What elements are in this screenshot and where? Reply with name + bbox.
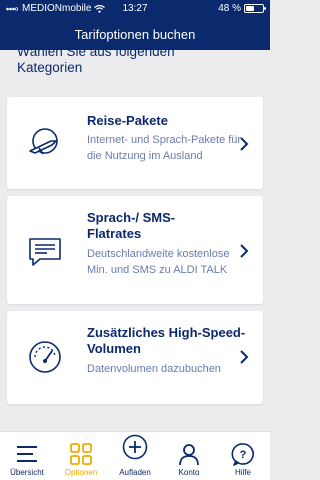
tab-aufladen[interactable]: Aufladen bbox=[108, 432, 162, 480]
card-title: Sprach-/ SMS-Flatrates bbox=[87, 210, 176, 241]
nav-bar: Tarifoptionen buchen bbox=[0, 18, 270, 50]
page-title: Tarifoptionen buchen bbox=[74, 27, 196, 42]
tab-konto[interactable]: Konto bbox=[162, 432, 216, 480]
svg-text:?: ? bbox=[240, 449, 247, 461]
menu-lines-icon bbox=[17, 446, 37, 462]
status-bar: MEDIONmobile 13:27 48 % bbox=[0, 0, 270, 18]
globe-plane-icon bbox=[29, 128, 58, 155]
card-description: Internet- und Sprach-Pakete für die Nutz… bbox=[87, 134, 242, 162]
tab-hilfe[interactable]: ? Hilfe bbox=[216, 432, 270, 480]
tab-bar: Übersicht Optionen Aufladen Konto ? Hilf… bbox=[0, 431, 270, 480]
plus-circle-icon bbox=[122, 434, 148, 460]
tab-label: Übersicht bbox=[10, 468, 44, 477]
card-description: Deutschlandweite kostenlose Min. und SMS… bbox=[87, 248, 230, 276]
section-heading-line2: Kategorien bbox=[17, 60, 83, 75]
speedometer-icon bbox=[29, 341, 61, 373]
person-icon bbox=[179, 444, 199, 466]
card-reise-pakete[interactable]: Reise-Pakete Internet- und Sprach-Pakete… bbox=[7, 97, 263, 189]
status-right: 48 % bbox=[218, 3, 266, 14]
card-description: Datenvolumen dazubuchen bbox=[87, 363, 221, 375]
card-title: Reise-Pakete bbox=[87, 113, 168, 128]
tab-optionen[interactable]: Optionen bbox=[54, 432, 108, 480]
battery-fill bbox=[246, 6, 254, 11]
battery-icon bbox=[244, 4, 266, 13]
battery-percent: 48 % bbox=[218, 3, 241, 14]
grid-icon bbox=[70, 443, 92, 465]
tab-label: Optionen bbox=[64, 468, 98, 477]
section-heading-line1: Wählen Sie aus folgenden bbox=[17, 50, 175, 59]
tab-label: Aufladen bbox=[119, 468, 151, 477]
card-title: Zusätzliches High-Speed-Volumen bbox=[87, 325, 246, 356]
chevron-right-icon bbox=[240, 137, 249, 151]
help-icon: ? bbox=[231, 443, 254, 466]
chevron-right-icon bbox=[240, 244, 249, 258]
card-sprach-sms-flatrates[interactable]: Sprach-/ SMS-Flatrates Deutschlandweite … bbox=[7, 196, 263, 304]
tab-label: Hilfe bbox=[234, 468, 251, 477]
chevron-right-icon bbox=[240, 350, 249, 364]
chat-bubble-icon bbox=[29, 238, 61, 266]
tab-label: Konto bbox=[178, 468, 200, 477]
tab-uebersicht[interactable]: Übersicht bbox=[0, 432, 54, 480]
section-heading: Wählen Sie aus folgenden Kategorien bbox=[17, 50, 257, 84]
card-high-speed-volumen[interactable]: Zusätzliches High-Speed-Volumen Datenvol… bbox=[7, 311, 263, 404]
